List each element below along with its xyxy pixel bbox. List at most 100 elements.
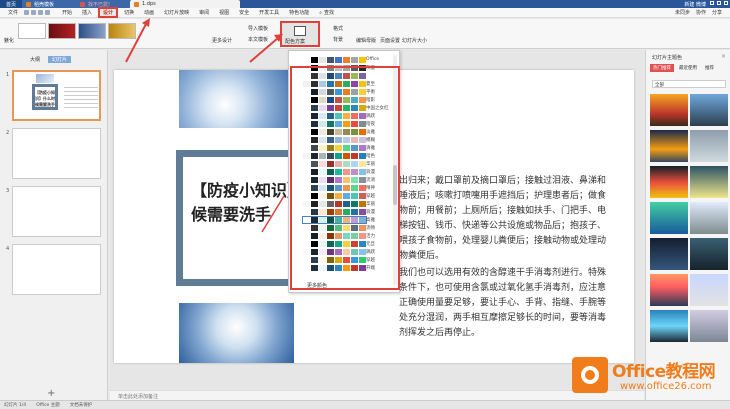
- theme-photo[interactable]: [650, 238, 688, 270]
- color-scheme-option[interactable]: [303, 249, 366, 255]
- slide-thumbnail-2[interactable]: [12, 128, 101, 179]
- tab-current-doc[interactable]: 1.dps: [130, 0, 240, 8]
- color-scheme-name[interactable]: 浪漫: [366, 209, 375, 215]
- color-scheme-name[interactable]: 夏至: [366, 81, 375, 87]
- more-design-button[interactable]: 更多设计: [212, 37, 232, 44]
- theme-photo[interactable]: [690, 130, 728, 162]
- menu-transition[interactable]: 切换: [120, 8, 138, 17]
- design-template-4[interactable]: [108, 23, 136, 39]
- close-icon[interactable]: [724, 1, 728, 5]
- color-scheme-name[interactable]: 中国之女红: [366, 105, 389, 111]
- theme-photo[interactable]: [690, 166, 728, 198]
- menu-view[interactable]: 视图: [215, 8, 233, 17]
- close-icon[interactable]: ×: [721, 53, 726, 60]
- color-scheme-option[interactable]: [303, 65, 366, 71]
- color-scheme-option[interactable]: [303, 161, 366, 167]
- tab-docer-templates[interactable]: 稻壳模板: [22, 0, 76, 8]
- color-scheme-name[interactable]: 浪漫: [366, 169, 375, 175]
- color-scheme-option[interactable]: [303, 121, 366, 127]
- share-button[interactable]: 分享: [712, 9, 722, 16]
- theme-photo[interactable]: [650, 274, 688, 306]
- menu-insert[interactable]: 插入: [78, 8, 96, 17]
- tab-home[interactable]: 首页: [0, 0, 22, 8]
- filter-select[interactable]: 全部: [652, 80, 726, 88]
- color-scheme-name[interactable]: 流畅: [366, 225, 375, 231]
- color-scheme-option[interactable]: [303, 265, 366, 271]
- color-scheme-option[interactable]: [303, 145, 366, 151]
- theme-photo[interactable]: [650, 202, 688, 234]
- theme-photo[interactable]: [690, 310, 728, 342]
- tab-slides[interactable]: 幻灯片: [48, 56, 72, 63]
- slide-size-button[interactable]: 幻灯片大小: [402, 37, 427, 44]
- color-scheme-option[interactable]: [303, 177, 366, 183]
- format-button[interactable]: 格式: [333, 25, 343, 32]
- undo-icon[interactable]: [38, 10, 44, 15]
- color-scheme-option[interactable]: [303, 137, 366, 143]
- color-scheme-option[interactable]: [303, 257, 366, 263]
- color-scheme-name[interactable]: 开端: [366, 265, 375, 271]
- color-scheme-name[interactable]: 灰度: [366, 65, 375, 71]
- body-template-button[interactable]: 本文模板: [248, 36, 268, 43]
- color-scheme-name[interactable]: 暗夜: [366, 121, 375, 127]
- import-template-button[interactable]: 导入模板: [248, 25, 268, 32]
- color-scheme-name[interactable]: Office: [366, 57, 379, 62]
- background-button[interactable]: 背景: [333, 36, 343, 43]
- theme-photo[interactable]: [690, 202, 728, 234]
- tab-recommend[interactable]: 推荐: [702, 64, 717, 72]
- color-scheme-option[interactable]: [303, 201, 366, 207]
- color-scheme-option[interactable]: [303, 209, 366, 215]
- menu-slideshow[interactable]: 幻灯片放映: [160, 8, 193, 17]
- minimize-icon[interactable]: [710, 1, 714, 5]
- color-scheme-option[interactable]: [303, 153, 366, 159]
- menu-home[interactable]: 开始: [58, 8, 76, 17]
- dropdown-scrollbar[interactable]: [393, 55, 397, 285]
- theme-photo[interactable]: [650, 310, 688, 342]
- color-scheme-option[interactable]: [303, 57, 366, 63]
- color-scheme-option[interactable]: [303, 185, 366, 191]
- color-scheme-option[interactable]: [303, 89, 366, 95]
- theme-photo[interactable]: [690, 274, 728, 306]
- redo-icon[interactable]: [45, 10, 51, 15]
- page-setup-button[interactable]: 页面设置: [380, 37, 400, 44]
- color-scheme-name[interactable]: 华丽: [366, 161, 375, 167]
- frost-image-bottom[interactable]: [179, 303, 294, 363]
- color-scheme-name[interactable]: 暗色: [366, 153, 375, 159]
- color-scheme-option[interactable]: [303, 81, 366, 87]
- color-scheme-name[interactable]: 跳跃: [366, 113, 375, 119]
- tab-hot[interactable]: 热门推荐: [650, 64, 674, 72]
- save-icon[interactable]: [24, 10, 30, 15]
- theme-photo[interactable]: [650, 94, 688, 126]
- maximize-icon[interactable]: [717, 1, 721, 5]
- design-template-2[interactable]: [48, 23, 76, 39]
- design-template-1[interactable]: [18, 23, 46, 39]
- design-template-3[interactable]: [78, 23, 106, 39]
- edit-master-button[interactable]: 编辑母版: [356, 37, 376, 44]
- color-scheme-name[interactable]: 流淌: [366, 177, 375, 183]
- color-scheme-option[interactable]: [303, 225, 366, 231]
- collab-button[interactable]: 协作: [696, 9, 706, 16]
- search-box[interactable]: ⌕ 查找: [319, 9, 334, 17]
- color-scheme-name[interactable]: 高雅: [366, 217, 375, 223]
- color-scheme-name[interactable]: 穿越: [366, 193, 375, 199]
- add-slide-button[interactable]: +: [47, 388, 55, 399]
- title-frame[interactable]: 【防疫小知识】什么时候需要洗手: [176, 150, 351, 286]
- menu-review[interactable]: 审阅: [195, 8, 213, 17]
- sync-status[interactable]: 未同步: [675, 9, 690, 16]
- menu-developer[interactable]: 开发工具: [255, 8, 283, 17]
- slide-thumbnail-3[interactable]: [12, 186, 101, 237]
- theme-photo[interactable]: [650, 166, 688, 198]
- color-scheme-name[interactable]: 清雅: [366, 145, 375, 151]
- color-scheme-button[interactable]: 配色方案: [280, 21, 320, 47]
- color-scheme-option[interactable]: [303, 105, 366, 111]
- scrollbar-thumb[interactable]: [393, 165, 397, 205]
- color-scheme-name[interactable]: 淡雅: [366, 129, 375, 135]
- tab-recent[interactable]: 最近使用: [676, 64, 700, 72]
- print-icon[interactable]: [31, 10, 37, 15]
- slide-thumbnail-4[interactable]: [12, 244, 101, 295]
- color-scheme-name[interactable]: 华丽: [366, 201, 375, 207]
- color-scheme-option[interactable]: [303, 233, 366, 239]
- tab-outline[interactable]: 大纲: [30, 56, 40, 63]
- color-scheme-option[interactable]: [303, 97, 366, 103]
- color-scheme-name[interactable]: 活力: [366, 233, 375, 239]
- color-scheme-name[interactable]: 穿越: [366, 257, 375, 263]
